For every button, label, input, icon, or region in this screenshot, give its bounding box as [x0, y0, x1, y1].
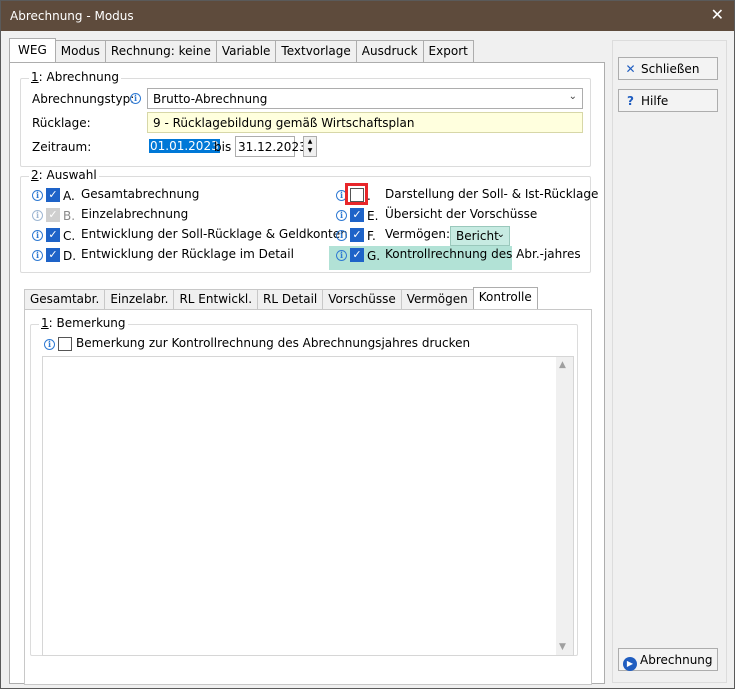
bemerkung-textarea[interactable]: ▲ ▼	[42, 356, 574, 656]
close-button[interactable]: ✕ Schließen	[618, 57, 718, 80]
focus-marker	[345, 183, 368, 205]
vermoegen-dropdown-value: Bericht	[456, 229, 499, 243]
subtab-vermoegen[interactable]: Vermögen	[400, 289, 474, 309]
tab-textvorlage[interactable]: Textvorlage	[275, 40, 357, 62]
c-info-icon[interactable]: i	[32, 230, 43, 241]
dialog-window: Abrechnung - Modus ✕ WEG Modus Rechnung:…	[0, 0, 735, 689]
subtab-vorschuesse[interactable]: Vorschüsse	[322, 289, 402, 309]
a-letter: A.	[63, 189, 75, 203]
bemerkung-checkbox-label: Bemerkung zur Kontrollrechnung des Abrec…	[76, 336, 471, 350]
question-icon: ?	[627, 94, 634, 108]
main-tabs: WEG Modus Rechnung: keine Variable Textv…	[9, 38, 474, 63]
b-info-icon[interactable]: i	[32, 210, 43, 221]
e-label: Übersicht der Vorschüsse	[385, 207, 538, 221]
x-icon: ✕	[625, 62, 636, 76]
textarea-scrollbar[interactable]: ▲ ▼	[556, 357, 573, 655]
main-area: WEG Modus Rechnung: keine Variable Textv…	[9, 38, 605, 685]
ruecklage-value: 9 - Rücklagebildung gemäß Wirtschaftspla…	[153, 116, 415, 130]
bemerkung-info-icon[interactable]: i	[44, 339, 55, 350]
f-letter: F.	[367, 229, 376, 243]
g-label: Kontrollrechnung des Abr.-jahres	[385, 247, 581, 261]
help-button[interactable]: ? Hilfe	[618, 89, 718, 112]
d-label: Entwicklung der Rücklage im Detail	[81, 247, 294, 261]
b-checkbox: ✓	[46, 208, 60, 222]
auswahl-group-title: 2: Auswahl	[29, 168, 99, 182]
weg-panel: 1: Abrechnung Abrechnungstyp: i Brutto-A…	[9, 62, 605, 685]
d-checkbox[interactable]: ✓	[46, 248, 60, 262]
bemerkung-group-title: 1: Bemerkung	[39, 316, 128, 330]
a-checkbox[interactable]: ✓	[46, 188, 60, 202]
spin-down-icon[interactable]: ▼	[304, 146, 316, 155]
g-info-icon[interactable]: i	[336, 250, 347, 261]
tab-weg[interactable]: WEG	[9, 38, 56, 62]
abrechnung-group-title: 1: Abrechnung	[29, 70, 122, 84]
date-to-input[interactable]: 31.12.2023	[235, 136, 307, 157]
tab-ausdruck[interactable]: Ausdruck	[355, 40, 424, 62]
bis-label: bis	[214, 140, 232, 154]
close-button-label: Schließen	[641, 62, 700, 76]
subtab-rl-entwickl[interactable]: RL Entwickl.	[173, 289, 259, 309]
tab-export[interactable]: Export	[422, 40, 474, 62]
e-info-icon[interactable]: i	[336, 210, 347, 221]
abrechnungstyp-label: Abrechnungstyp:	[32, 92, 135, 106]
date-to-value: 31.12.2023	[238, 140, 307, 154]
abrechnungstyp-value: Brutto-Abrechnung	[153, 92, 268, 106]
ruecklage-label: Rücklage:	[32, 116, 91, 130]
ruecklage-field[interactable]: 9 - Rücklagebildung gemäß Wirtschaftspla…	[147, 112, 583, 133]
d-info-icon[interactable]: i	[32, 250, 43, 261]
bemerkung-checkbox[interactable]	[58, 337, 72, 351]
darstellung-letter: .	[367, 189, 371, 203]
title-bar: Abrechnung - Modus ✕	[1, 1, 734, 31]
date-spinner[interactable]: ▲ ▼	[303, 136, 317, 157]
c-checkbox[interactable]: ✓	[46, 228, 60, 242]
f-label: Vermögen:	[385, 227, 451, 241]
f-checkbox[interactable]: ✓	[350, 228, 364, 242]
close-icon[interactable]: ✕	[711, 5, 724, 24]
window-title: Abrechnung - Modus	[10, 9, 134, 23]
play-icon: ▶	[623, 657, 637, 671]
darstellung-label: Darstellung der Soll- & Ist-Rücklage	[385, 187, 599, 201]
help-button-label: Hilfe	[641, 94, 669, 108]
b-letter: B.	[63, 209, 76, 223]
d-letter: D.	[63, 249, 77, 263]
scroll-down-icon[interactable]: ▼	[559, 642, 566, 652]
c-letter: C.	[63, 229, 76, 243]
date-from-input[interactable]: 01.01.2023	[147, 136, 220, 157]
abrechnungstyp-info-icon[interactable]: i	[130, 93, 141, 104]
e-checkbox[interactable]: ✓	[350, 208, 364, 222]
subtab-gesamtabr[interactable]: Gesamtabr.	[24, 289, 106, 309]
date-from-value: 01.01.2023	[149, 139, 220, 153]
abrechnungstyp-select[interactable]: Brutto-Abrechnung ⌄	[147, 88, 583, 109]
spin-up-icon[interactable]: ▲	[304, 137, 316, 146]
sub-tabs: Gesamtabr. Einzelabr. RL Entwickl. RL De…	[24, 287, 538, 311]
abrechnung-button-label: Abrechnung	[640, 653, 713, 667]
a-info-icon[interactable]: i	[32, 190, 43, 201]
zeitraum-label: Zeitraum:	[32, 140, 92, 154]
tab-rechnung[interactable]: Rechnung: keine	[104, 40, 217, 62]
subtab-einzelabr[interactable]: Einzelabr.	[104, 289, 175, 309]
side-panel	[612, 40, 727, 683]
subtab-kontrolle[interactable]: Kontrolle	[472, 287, 538, 309]
e-letter: E.	[367, 209, 379, 223]
g-letter: G.	[367, 249, 381, 263]
chevron-down-icon: ⌄	[568, 91, 577, 102]
g-checkbox[interactable]: ✓	[350, 248, 364, 262]
b-label: Einzelabrechnung	[81, 207, 189, 221]
scroll-up-icon[interactable]: ▲	[559, 360, 566, 370]
tab-modus[interactable]: Modus	[54, 40, 106, 62]
chevron-down-icon: ⌄	[496, 229, 505, 240]
subtab-rl-detail[interactable]: RL Detail	[257, 289, 324, 309]
f-info-icon[interactable]: i	[336, 230, 347, 241]
tab-variable[interactable]: Variable	[215, 40, 277, 62]
c-label: Entwicklung der Soll-Rücklage & Geldkont…	[81, 227, 348, 241]
a-label: Gesamtabrechnung	[81, 187, 200, 201]
abrechnung-button[interactable]: ▶ Abrechnung	[618, 648, 718, 671]
vermoegen-dropdown[interactable]: Bericht ⌄	[450, 226, 510, 246]
